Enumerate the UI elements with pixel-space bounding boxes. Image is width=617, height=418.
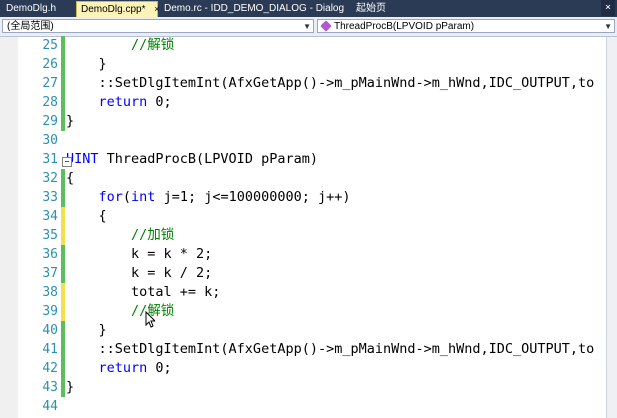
line-number: 42 — [42, 361, 58, 376]
code-text[interactable]: k = k / 2; — [66, 264, 212, 283]
code-text[interactable]: //解锁 — [66, 36, 174, 55]
code-text[interactable]: return 0; — [66, 359, 172, 378]
code-line[interactable]: 34 { — [0, 207, 607, 226]
code-text[interactable]: } — [66, 378, 74, 397]
close-window-icon[interactable]: × — [601, 0, 615, 16]
tab-demodlg-cpp[interactable]: DemoDlg.cpp* × — [76, 1, 160, 17]
code-text[interactable]: k = k * 2; — [66, 245, 212, 264]
line-number: 33 — [42, 190, 58, 205]
code-text[interactable]: ::SetDlgItemInt(AfxGetApp()->m_pMainWnd-… — [66, 340, 595, 359]
code-line[interactable]: 43} — [0, 378, 607, 397]
change-indicator — [61, 169, 65, 188]
code-text[interactable]: for(int j=1; j<=100000000; j++) — [66, 188, 351, 207]
function-dropdown[interactable]: ThreadProcB(LPVOID pParam) ▼ — [317, 19, 615, 33]
code-text[interactable]: } — [66, 321, 107, 340]
code-line[interactable]: 33 for(int j=1; j<=100000000; j++) — [0, 188, 607, 207]
code-line[interactable]: 31 UINT ThreadProcB(LPVOID pParam) — [0, 150, 607, 169]
code-text[interactable]: //加锁 — [66, 226, 174, 245]
line-number: 38 — [42, 285, 58, 300]
tab-demo-rc[interactable]: Demo.rc - IDD_DEMO_DIALOG - Dialog — [160, 1, 350, 16]
code-line[interactable]: 42 return 0; — [0, 359, 607, 378]
code-text[interactable]: //解锁 — [66, 302, 174, 321]
collapse-icon[interactable]: − — [62, 157, 72, 167]
code-text[interactable]: ::SetDlgItemInt(AfxGetApp()->m_pMainWnd-… — [66, 74, 595, 93]
change-indicator — [61, 283, 65, 302]
code-line[interactable]: 30 — [0, 131, 607, 150]
tab-label: DemoDlg.cpp* — [81, 4, 146, 15]
line-number: 31 — [42, 152, 58, 167]
code-text[interactable]: total += k; — [66, 283, 220, 302]
change-indicator — [61, 264, 65, 283]
line-number: 44 — [42, 399, 58, 414]
code-text[interactable]: } — [66, 112, 74, 131]
change-indicator — [61, 74, 65, 93]
line-number: 26 — [42, 57, 58, 72]
change-indicator — [61, 112, 65, 131]
line-number: 36 — [42, 247, 58, 262]
code-text[interactable]: { — [66, 207, 107, 226]
code-text[interactable]: { — [66, 169, 74, 188]
change-indicator — [61, 321, 65, 340]
code-text[interactable]: } — [66, 55, 107, 74]
code-line[interactable]: 36 k = k * 2; — [0, 245, 607, 264]
code-line[interactable]: 28 return 0; — [0, 93, 607, 112]
tab-demodlg-h[interactable]: DemoDlg.h — [2, 1, 74, 16]
code-line[interactable]: 41 ::SetDlgItemInt(AfxGetApp()->m_pMainW… — [0, 340, 607, 359]
vertical-scrollbar[interactable] — [606, 37, 617, 418]
function-label: ThreadProcB(LPVOID pParam) — [334, 21, 475, 32]
mouse-cursor-icon — [145, 311, 155, 328]
method-icon — [320, 20, 332, 32]
change-indicator — [61, 207, 65, 226]
change-indicator — [61, 359, 65, 378]
change-indicator — [61, 93, 65, 112]
line-number: 43 — [42, 380, 58, 395]
line-number: 35 — [42, 228, 58, 243]
line-number: 32 — [42, 171, 58, 186]
code-line[interactable]: 44 — [0, 397, 607, 416]
code-line[interactable]: 40 } — [0, 321, 607, 340]
line-number: 27 — [42, 76, 58, 91]
code-line[interactable]: 25 //解锁 — [0, 36, 607, 55]
line-number: 40 — [42, 323, 58, 338]
line-number: 30 — [42, 133, 58, 148]
navigation-bar: (全局范围) ▼ ThreadProcB(LPVOID pParam) ▼ — [0, 17, 617, 37]
tab-label: DemoDlg.h — [6, 3, 57, 14]
tab-start-page[interactable]: 起始页 — [352, 1, 412, 16]
code-line[interactable]: 39 //解锁 — [0, 302, 607, 321]
code-line[interactable]: 26 } — [0, 55, 607, 74]
code-editor[interactable]: 25 //解锁 26 } 27 ::SetDlgItemInt(AfxGetApp(… — [0, 36, 617, 418]
document-tab-bar: DemoDlg.h DemoDlg.cpp* × Demo.rc - IDD_D… — [0, 0, 617, 18]
code-line[interactable]: 35 //加锁 — [0, 226, 607, 245]
chevron-down-icon: ▼ — [303, 22, 311, 31]
code-line[interactable]: 27 ::SetDlgItemInt(AfxGetApp()->m_pMainW… — [0, 74, 607, 93]
line-number: 25 — [42, 38, 58, 53]
line-number: 29 — [42, 114, 58, 129]
change-indicator — [61, 340, 65, 359]
code-text[interactable]: return 0; — [66, 93, 172, 112]
change-indicator — [61, 36, 65, 55]
scope-dropdown[interactable]: (全局范围) ▼ — [2, 19, 314, 33]
close-icon[interactable]: × — [154, 4, 159, 14]
line-number: 34 — [42, 209, 58, 224]
scope-label: (全局范围) — [7, 21, 54, 32]
code-line[interactable]: 38 total += k; — [0, 283, 607, 302]
change-indicator — [61, 302, 65, 321]
line-number: 41 — [42, 342, 58, 357]
line-number: 28 — [42, 95, 58, 110]
chevron-down-icon: ▼ — [604, 22, 612, 31]
code-line[interactable]: 37 k = k / 2; — [0, 264, 607, 283]
line-number: 37 — [42, 266, 58, 281]
tab-label: Demo.rc - IDD_DEMO_DIALOG - Dialog — [164, 3, 345, 14]
change-indicator — [61, 55, 65, 74]
change-indicator — [61, 378, 65, 397]
code-text[interactable]: UINT ThreadProcB(LPVOID pParam) — [66, 150, 318, 169]
code-line[interactable]: 29} — [0, 112, 607, 131]
change-indicator — [61, 226, 65, 245]
line-number: 39 — [42, 304, 58, 319]
change-indicator — [61, 245, 65, 264]
code-line[interactable]: 32 { — [0, 169, 607, 188]
change-indicator — [61, 188, 65, 207]
tab-label: 起始页 — [356, 3, 386, 14]
